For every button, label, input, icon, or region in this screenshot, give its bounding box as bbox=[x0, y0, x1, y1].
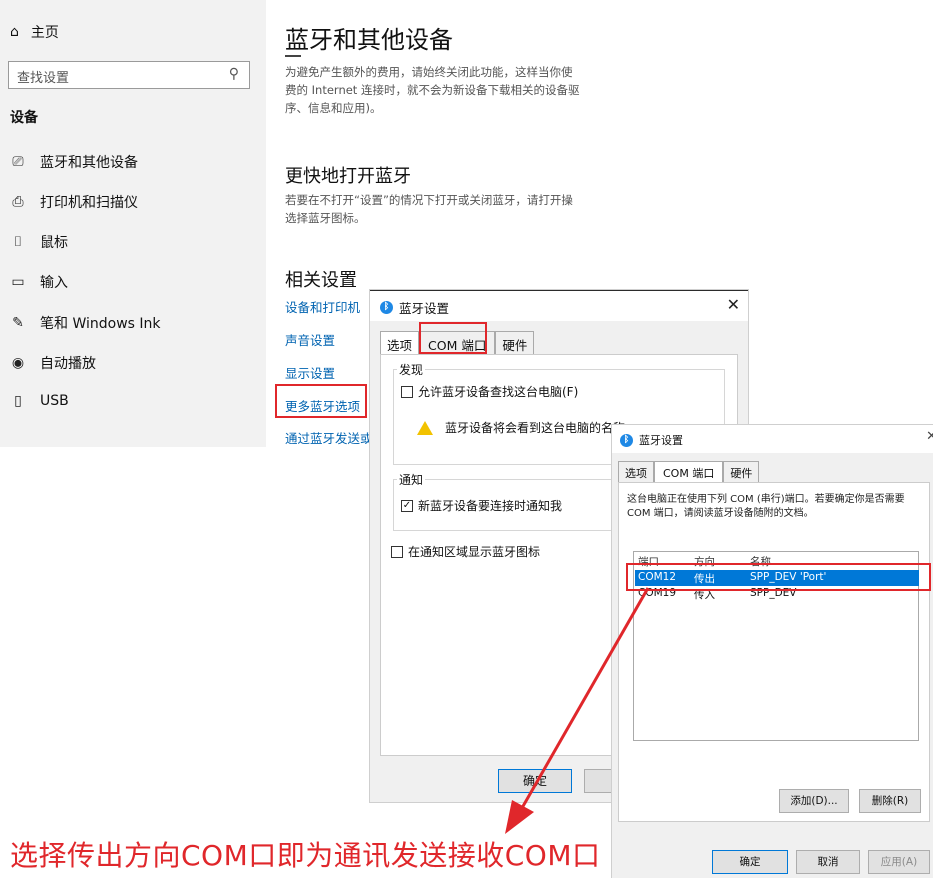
instruction-caption: 选择传出方向COM口即为通讯发送接收COM口 bbox=[10, 839, 601, 872]
arrow-head bbox=[505, 800, 534, 834]
annotation-arrow bbox=[505, 587, 650, 834]
arrow-shaft bbox=[520, 587, 650, 809]
